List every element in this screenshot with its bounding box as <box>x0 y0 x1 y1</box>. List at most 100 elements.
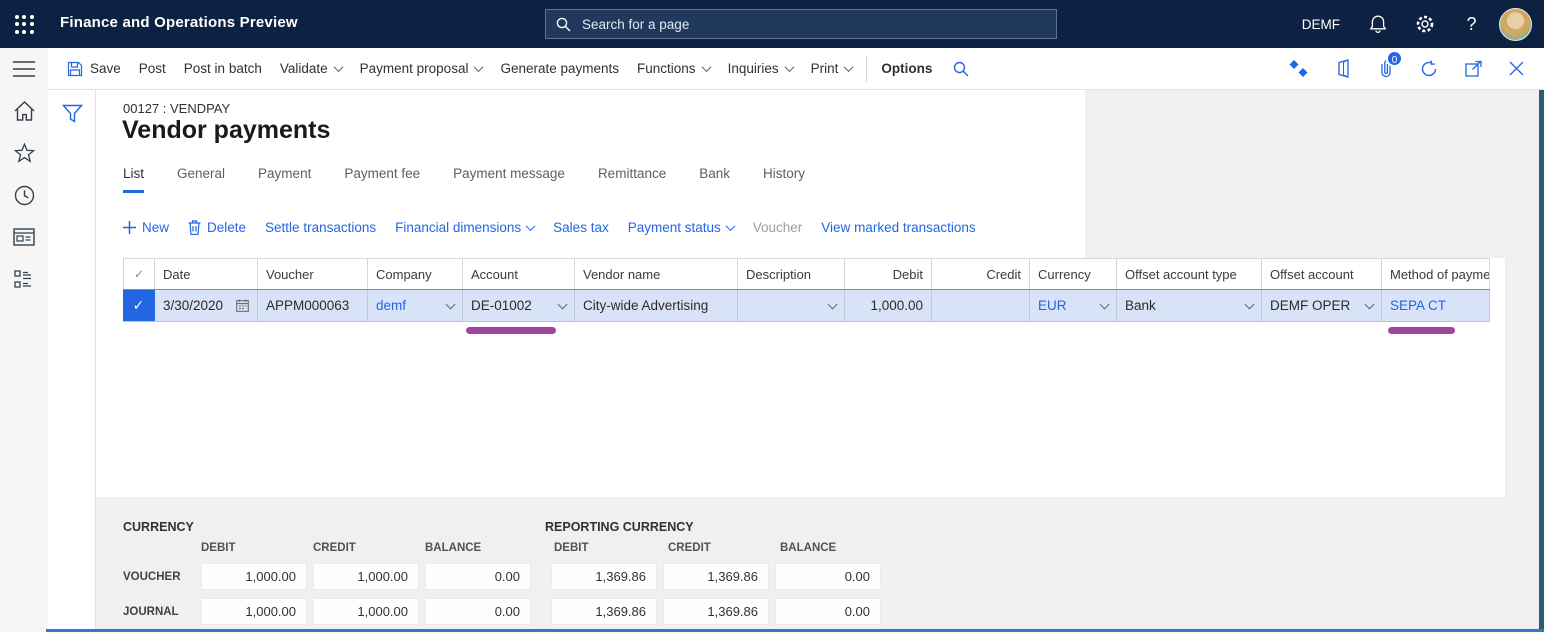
inquiries-menu-button[interactable]: Inquiries <box>719 48 802 89</box>
view-marked-transactions-button[interactable]: View marked transactions <box>821 220 975 235</box>
tab-list[interactable]: List <box>123 166 144 193</box>
post-in-batch-button[interactable]: Post in batch <box>175 48 271 89</box>
notifications-bell-icon[interactable] <box>1354 0 1401 48</box>
column-header-company[interactable]: Company <box>368 259 463 289</box>
calendar-icon[interactable] <box>236 299 249 312</box>
filter-funnel-icon[interactable] <box>48 90 96 136</box>
journal-currency-credit: 1,000.00 <box>313 598 419 625</box>
options-button[interactable]: Options <box>872 48 941 89</box>
cell-method-of-payment[interactable]: SEPA CT <box>1382 290 1490 321</box>
tab-payment-fee[interactable]: Payment fee <box>344 166 420 193</box>
trash-icon <box>188 220 201 235</box>
modules-list-icon[interactable] <box>0 258 48 300</box>
open-in-office-icon[interactable] <box>1335 59 1352 78</box>
column-header-date[interactable]: Date <box>155 259 258 289</box>
search-input[interactable] <box>580 16 1046 33</box>
column-header-currency[interactable]: Currency <box>1030 259 1117 289</box>
page-title: Vendor payments <box>122 116 330 145</box>
cell-debit[interactable]: 1,000.00 <box>845 290 932 321</box>
company-picker[interactable]: DEMF <box>1288 17 1354 32</box>
functions-menu-button[interactable]: Functions <box>628 48 719 89</box>
column-header-credit[interactable]: Credit <box>932 259 1030 289</box>
personalize-view-icon[interactable] <box>1289 60 1308 77</box>
voucher-currency-debit: 1,000.00 <box>201 563 307 590</box>
voucher-button-disabled[interactable]: Voucher <box>753 220 803 235</box>
settle-transactions-button[interactable]: Settle transactions <box>265 220 376 235</box>
voucher-reporting-balance: 0.00 <box>775 563 881 590</box>
print-menu-button[interactable]: Print <box>802 48 862 89</box>
attachments-paperclip-icon[interactable]: 0 <box>1379 59 1393 78</box>
tab-general[interactable]: General <box>177 166 225 193</box>
left-nav-rail <box>0 48 48 632</box>
column-header-method-of-payment[interactable]: Method of payment <box>1382 259 1490 289</box>
voucher-row-label: VOUCHER <box>123 571 181 583</box>
annotation-underline-account <box>466 327 556 334</box>
column-header-account[interactable]: Account <box>463 259 575 289</box>
journal-reporting-debit: 1,369.86 <box>551 598 657 625</box>
page-header: 00127 : VENDPAY Vendor payments List Gen… <box>96 90 1085 258</box>
payment-status-menu-button[interactable]: Payment status <box>628 220 734 235</box>
open-in-new-window-icon[interactable] <box>1465 60 1482 77</box>
column-header-debit[interactable]: Debit <box>845 259 932 289</box>
cell-offset-account-type[interactable]: Bank <box>1117 290 1262 321</box>
refresh-icon[interactable] <box>1420 60 1438 78</box>
chevron-down-icon[interactable] <box>1100 299 1110 309</box>
tab-payment-message[interactable]: Payment message <box>453 166 565 193</box>
help-icon[interactable]: ? <box>1448 0 1495 48</box>
cell-credit[interactable] <box>932 290 1030 321</box>
cell-description[interactable] <box>738 290 845 321</box>
favorites-star-icon[interactable] <box>0 132 48 174</box>
cell-offset-account[interactable]: DEMF OPER <box>1262 290 1382 321</box>
chevron-down-icon[interactable] <box>1245 299 1255 309</box>
workspaces-icon[interactable] <box>0 216 48 258</box>
cell-date[interactable]: 3/30/2020 <box>155 290 258 321</box>
select-all-checkbox[interactable]: ✓ <box>123 259 155 289</box>
validate-menu-button[interactable]: Validate <box>271 48 351 89</box>
chevron-down-icon[interactable] <box>558 299 568 309</box>
toolbar-divider <box>866 56 867 82</box>
tab-history[interactable]: History <box>763 166 805 193</box>
voucher-currency-credit: 1,000.00 <box>313 563 419 590</box>
journal-currency-debit: 1,000.00 <box>201 598 307 625</box>
user-avatar[interactable] <box>1499 8 1532 41</box>
actionbar-search-icon[interactable] <box>941 61 981 77</box>
cell-company[interactable]: demf <box>368 290 463 321</box>
recent-clock-icon[interactable] <box>0 174 48 216</box>
journal-row-label: JOURNAL <box>123 606 179 618</box>
column-header-description[interactable]: Description <box>738 259 845 289</box>
chevron-down-icon <box>333 62 343 72</box>
delete-button[interactable]: Delete <box>188 220 246 235</box>
new-button[interactable]: New <box>123 220 169 235</box>
column-header-vendor-name[interactable]: Vendor name <box>575 259 738 289</box>
currency-debit-header: DEBIT <box>201 542 236 554</box>
save-button[interactable]: Save <box>58 48 130 89</box>
sales-tax-button[interactable]: Sales tax <box>553 220 609 235</box>
generate-payments-button[interactable]: Generate payments <box>491 48 628 89</box>
column-header-voucher[interactable]: Voucher <box>258 259 368 289</box>
tab-remittance[interactable]: Remittance <box>598 166 666 193</box>
lines-grid: ✓ Date Voucher Company Account Vendor na… <box>123 258 1490 322</box>
financial-dimensions-menu-button[interactable]: Financial dimensions <box>395 220 534 235</box>
payment-proposal-menu-button[interactable]: Payment proposal <box>351 48 492 89</box>
row-checkbox-checked[interactable]: ✓ <box>123 290 155 321</box>
cell-account[interactable]: DE-01002 <box>463 290 575 321</box>
cell-vendor-name: City-wide Advertising <box>575 290 738 321</box>
tab-payment[interactable]: Payment <box>258 166 311 193</box>
annotation-underline-method-of-payment <box>1388 327 1455 334</box>
cell-currency[interactable]: EUR <box>1030 290 1117 321</box>
chevron-down-icon[interactable] <box>828 299 838 309</box>
chevron-down-icon[interactable] <box>1365 299 1375 309</box>
settings-gear-icon[interactable] <box>1401 0 1448 48</box>
column-header-offset-account[interactable]: Offset account <box>1262 259 1382 289</box>
chevron-down-icon[interactable] <box>446 299 456 309</box>
post-button[interactable]: Post <box>130 48 175 89</box>
column-header-offset-account-type[interactable]: Offset account type <box>1117 259 1262 289</box>
action-bar: Save Post Post in batch Validate Payment… <box>48 48 1544 90</box>
app-launcher-waffle-icon[interactable] <box>0 0 48 48</box>
home-icon[interactable] <box>0 90 48 132</box>
expand-menu-hamburger-icon[interactable] <box>0 48 48 90</box>
page-search-box[interactable] <box>545 9 1057 39</box>
tab-bank[interactable]: Bank <box>699 166 730 193</box>
currency-balance-header: BALANCE <box>425 542 481 554</box>
close-icon[interactable] <box>1509 61 1524 76</box>
